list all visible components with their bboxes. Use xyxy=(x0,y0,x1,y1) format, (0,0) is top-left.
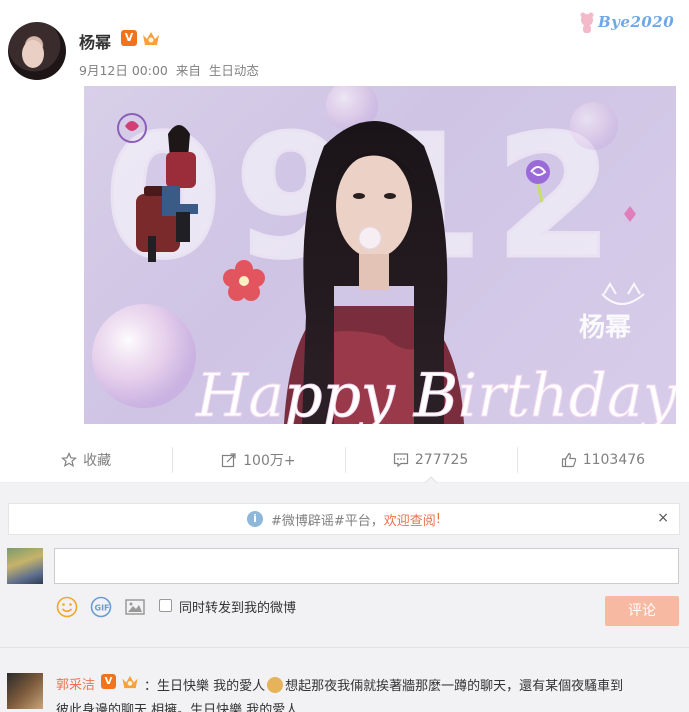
comment-count: 277725 xyxy=(414,451,469,468)
repost-label[interactable]: 同时转发到我的微博 xyxy=(179,597,296,616)
bear-emoji-icon xyxy=(267,677,284,693)
notice-link[interactable]: 欢迎查阅 xyxy=(384,510,436,529)
comment-text-part2: 想起那夜我倆就挨著牆那麼一蹲的聊天，還有某個夜騷車到 xyxy=(285,679,624,694)
gif-icon[interactable]: GIF xyxy=(90,596,112,618)
verified-badge: V xyxy=(121,30,137,46)
birthday-poster: 0912 xyxy=(92,86,676,424)
like-icon xyxy=(561,452,576,467)
commenter-name[interactable]: 郭采洁 xyxy=(56,674,95,693)
share-icon xyxy=(222,452,236,467)
comment-text-line2: 彼此身邊的聊天 相擁。生日快樂 我的愛人 xyxy=(56,703,299,712)
comment-text-part1: ：生日快樂 我的愛人 xyxy=(144,679,266,694)
poster-script-text: Happy Birthday xyxy=(195,361,676,424)
post-source-prefix: 来自 xyxy=(175,63,201,78)
author-avatar[interactable] xyxy=(8,22,66,80)
vip-crown-icon[interactable] xyxy=(141,29,161,47)
post-source[interactable]: 生日动态 xyxy=(209,63,259,78)
star-icon xyxy=(61,451,78,467)
divider xyxy=(0,647,689,648)
image-icon[interactable] xyxy=(124,596,146,618)
share-button[interactable]: 100万+ xyxy=(172,437,344,482)
repost-checkbox[interactable] xyxy=(159,599,172,612)
emoji-icon[interactable] xyxy=(56,596,78,618)
favorite-button[interactable]: 收藏 xyxy=(0,437,172,482)
comment-icon xyxy=(393,452,408,467)
notice-suffix: ! xyxy=(435,511,442,527)
commenter-verified-badge: V xyxy=(101,674,116,689)
comment-text: ：生日快樂 我的愛人 想起那夜我倆就挨著牆那麼一蹲的聊天，還有某個夜騷車到 xyxy=(144,674,684,699)
commenter-vip-crown-icon[interactable] xyxy=(120,673,140,690)
post-header: 杨幂 V 9月12日 00:00 来自 生日动态 Bye2020 xyxy=(0,0,689,86)
share-count: 100万+ xyxy=(243,452,296,469)
svg-text:GIF: GIF xyxy=(95,604,110,613)
bear-icon xyxy=(580,12,594,33)
poster-signature: 杨幂 xyxy=(579,313,631,343)
like-button[interactable]: 1103476 xyxy=(516,437,689,482)
post-time[interactable]: 9月12日 00:00 xyxy=(79,63,168,78)
notice-prefix[interactable]: #微博辟谣#平台， xyxy=(271,510,384,529)
favorite-label: 收藏 xyxy=(83,452,112,469)
year-end-badge-text: Bye2020 xyxy=(598,13,675,31)
post-image[interactable]: 0912 xyxy=(84,86,676,424)
comment-input[interactable] xyxy=(54,548,679,584)
action-bar: 收藏 100万+ 277725 1103476 xyxy=(0,437,689,483)
close-icon[interactable]: × xyxy=(657,510,669,526)
like-count: 1103476 xyxy=(582,451,646,468)
rumor-notice: i #微博辟谣#平台， 欢迎查阅 ! × xyxy=(8,503,680,535)
info-icon: i xyxy=(246,511,263,527)
author-name[interactable]: 杨幂 xyxy=(79,29,111,53)
year-end-badge[interactable]: Bye2020 xyxy=(578,10,678,36)
submit-comment-button[interactable]: 评论 xyxy=(605,596,679,626)
my-avatar[interactable] xyxy=(7,548,43,584)
commenter-avatar[interactable] xyxy=(7,673,43,709)
comment-area: i #微博辟谣#平台， 欢迎查阅 ! × GIF 同时转发到我的微博 评论 郭采… xyxy=(0,483,689,712)
post-meta: 9月12日 00:00 来自 生日动态 xyxy=(79,60,263,79)
